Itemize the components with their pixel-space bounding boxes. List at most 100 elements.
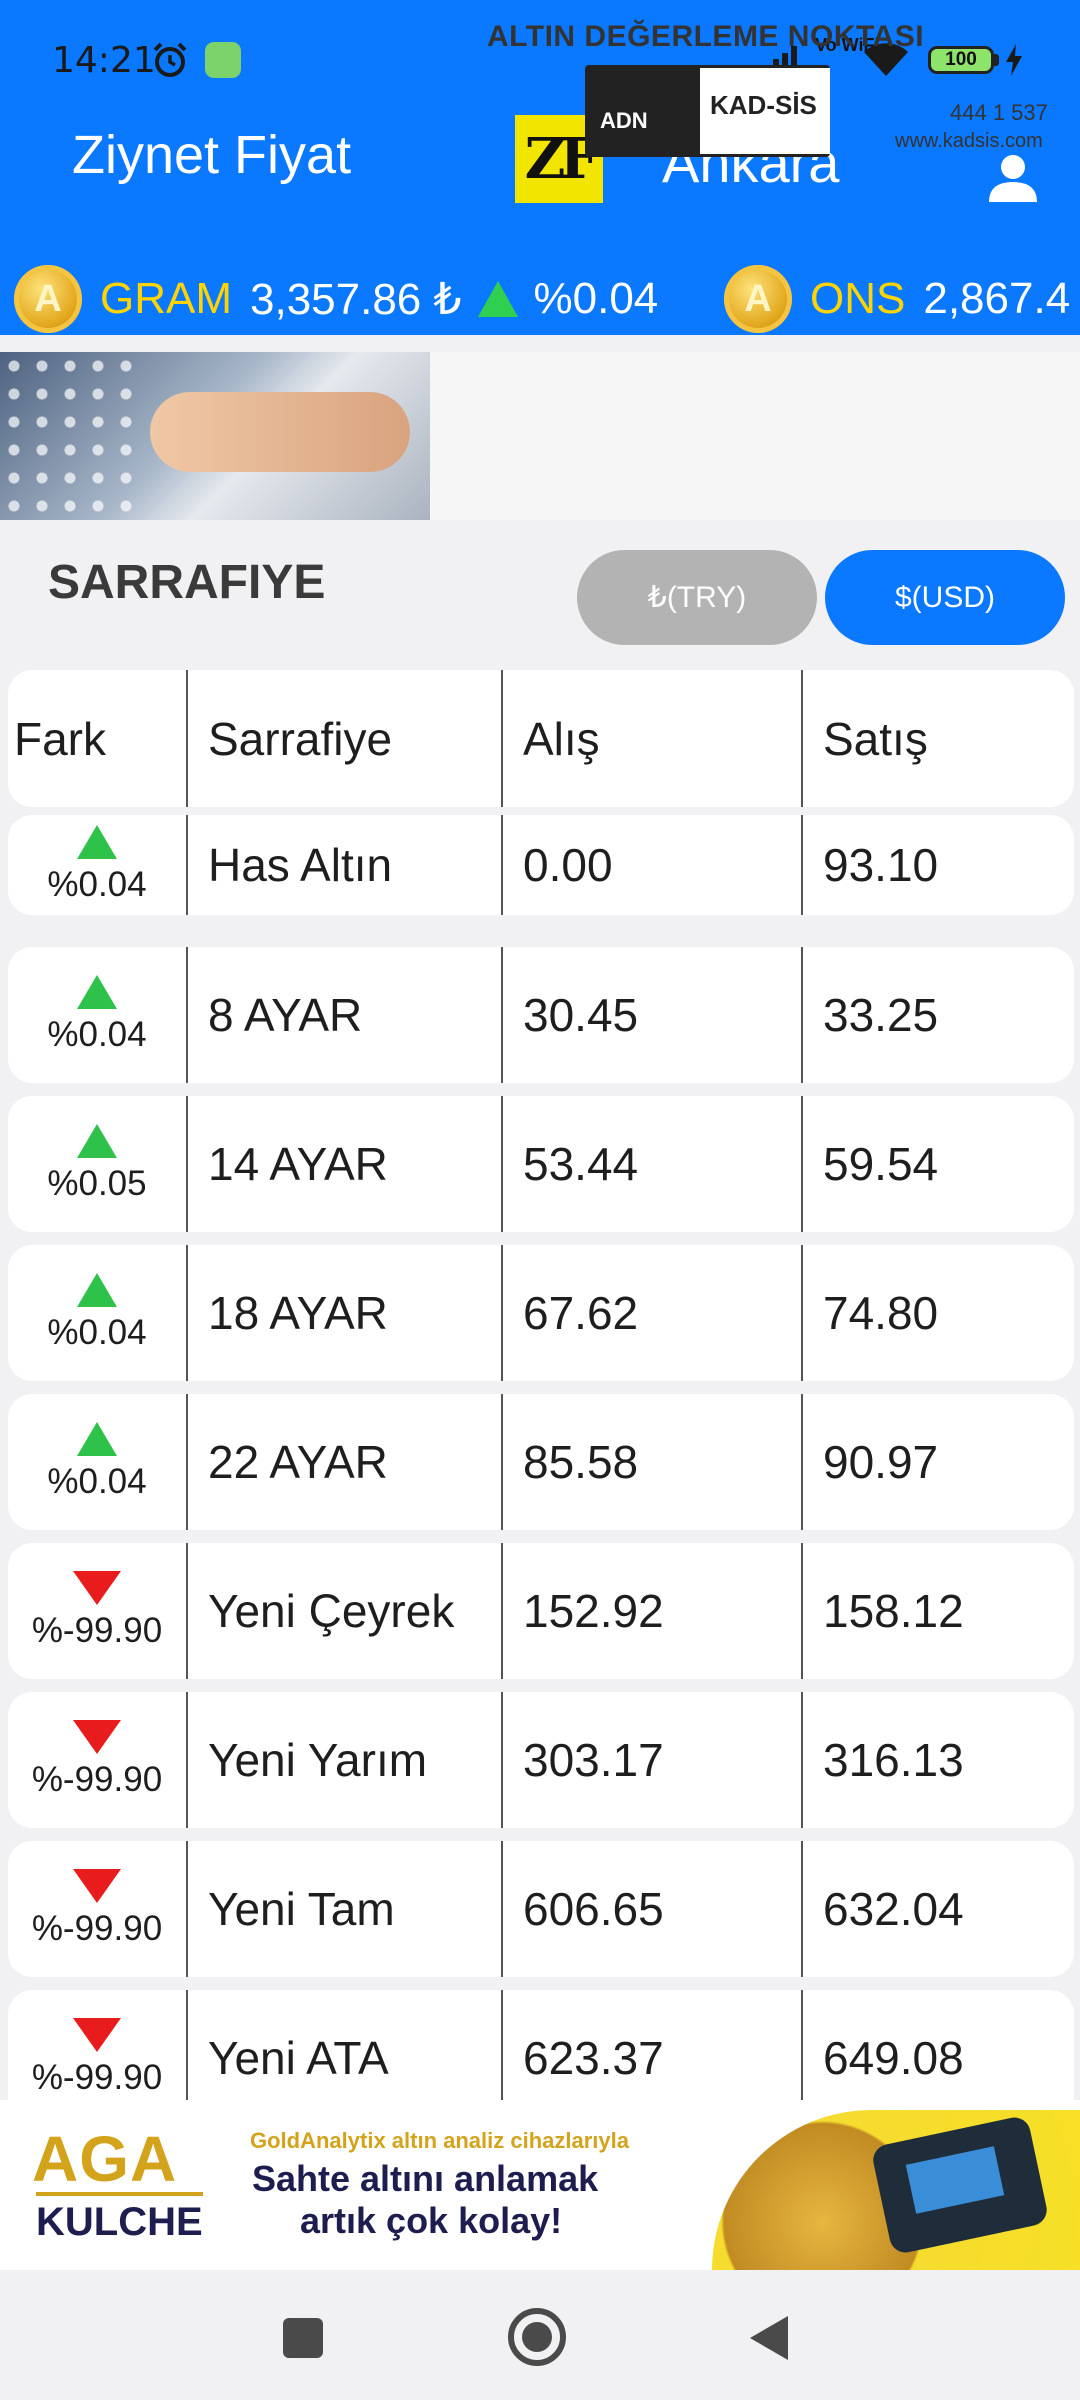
up-arrow-icon bbox=[77, 825, 117, 859]
app-title: Ziynet Fiyat bbox=[72, 125, 352, 185]
product-name: 14 AYAR bbox=[186, 1096, 501, 1232]
fark-cell: %0.04 bbox=[8, 815, 186, 915]
up-arrow-icon bbox=[477, 281, 518, 317]
price-table[interactable]: %0.04 Has Altın 0.00 93.10 %0.04 8 AYAR … bbox=[0, 815, 1080, 2100]
product-name: Yeni Yarım bbox=[186, 1692, 501, 1828]
table-row[interactable]: %0.04 Has Altın 0.00 93.10 bbox=[8, 815, 1074, 915]
alarm-icon bbox=[153, 42, 187, 77]
ad-logo-kadsis: KAD-SİS bbox=[710, 90, 817, 120]
home-icon-dot bbox=[522, 2322, 552, 2352]
battery-icon: 100 bbox=[928, 46, 994, 74]
fark-box: %0.04 bbox=[8, 975, 186, 1055]
fark-cell: %0.04 bbox=[8, 1245, 186, 1381]
sell-price: 93.10 bbox=[801, 815, 1074, 915]
up-arrow-icon bbox=[77, 975, 117, 1009]
fark-cell: %0.04 bbox=[8, 947, 186, 1083]
ticker-price: 3,357.86 ₺ bbox=[250, 274, 462, 324]
table-row[interactable]: %-99.90 Yeni Çeyrek 152.92 158.12 bbox=[8, 1543, 1074, 1679]
table-row[interactable]: %0.04 22 AYAR 85.58 90.97 bbox=[8, 1394, 1074, 1530]
sell-price: 74.80 bbox=[801, 1245, 1074, 1381]
fark-box: %-99.90 bbox=[8, 1869, 186, 1949]
fark-box: %0.04 bbox=[8, 825, 186, 905]
fark-cell: %-99.90 bbox=[8, 1543, 186, 1679]
sell-price: 632.04 bbox=[801, 1841, 1074, 1977]
table-row[interactable]: %-99.90 Yeni Yarım 303.17 316.13 bbox=[8, 1692, 1074, 1828]
buy-price: 303.17 bbox=[501, 1692, 801, 1828]
fark-value: %-99.90 bbox=[31, 1760, 163, 1799]
buy-price: 30.45 bbox=[501, 947, 801, 1083]
ticker-change: %0.04 bbox=[533, 274, 659, 323]
ticker-item: A ONS 2,867.4 bbox=[724, 263, 1080, 335]
ad-headline-2: artık çok kolay! bbox=[300, 2200, 563, 2241]
ad-banner-bottom[interactable]: AGA KULCHE GoldAnalytix altın analiz cih… bbox=[0, 2100, 1080, 2270]
back-icon[interactable] bbox=[750, 2316, 788, 2360]
product-name: 22 AYAR bbox=[186, 1394, 501, 1530]
ticker-name: GRAM bbox=[100, 274, 232, 323]
column-header-fark: Fark bbox=[14, 712, 106, 765]
buy-price: 606.65 bbox=[501, 1841, 801, 1977]
status-time: 14:21 bbox=[52, 40, 156, 81]
down-arrow-icon bbox=[73, 1869, 121, 1903]
battery-cap bbox=[994, 54, 999, 66]
ad-banner-top[interactable] bbox=[0, 352, 1080, 520]
column-header-satis: Satış bbox=[801, 670, 1074, 807]
ad-url: www.kadsis.com bbox=[895, 130, 1043, 152]
ad-handshake-image bbox=[150, 392, 410, 472]
table-row[interactable]: %0.04 18 AYAR 67.62 74.80 bbox=[8, 1245, 1074, 1381]
section-title: SARRAFIYE bbox=[48, 556, 326, 609]
fark-value: %0.04 bbox=[47, 865, 147, 904]
sell-price: 649.08 bbox=[801, 1990, 1074, 2100]
fark-value: %0.04 bbox=[47, 1015, 147, 1054]
ad-brand-kulche: KULCHE bbox=[36, 2192, 203, 2245]
product-name: Yeni Çeyrek bbox=[186, 1543, 501, 1679]
table-row[interactable]: %0.04 8 AYAR 30.45 33.25 bbox=[8, 947, 1074, 1083]
usd-currency-button[interactable]: $(USD) bbox=[825, 550, 1065, 645]
fark-cell: %0.04 bbox=[8, 1394, 186, 1530]
product-name: 18 AYAR bbox=[186, 1245, 501, 1381]
fark-box: %0.04 bbox=[8, 1422, 186, 1502]
recent-apps-icon[interactable] bbox=[283, 2318, 323, 2358]
product-name: Yeni Tam bbox=[186, 1841, 501, 1977]
sell-price: 59.54 bbox=[801, 1096, 1074, 1232]
down-arrow-icon bbox=[73, 1720, 121, 1754]
fark-box: %-99.90 bbox=[8, 2018, 186, 2098]
up-arrow-icon bbox=[77, 1124, 117, 1158]
sell-price: 316.13 bbox=[801, 1692, 1074, 1828]
fark-cell: %-99.90 bbox=[8, 1692, 186, 1828]
try-currency-button[interactable]: ₺(TRY) bbox=[577, 550, 817, 645]
ad-subtitle: GoldAnalytix altın analiz cihazlarıyla bbox=[250, 2128, 630, 2153]
ticker-price: 2,867.4 bbox=[923, 274, 1071, 323]
ticker-name: ONS bbox=[810, 274, 906, 323]
buy-price: 53.44 bbox=[501, 1096, 801, 1232]
coin-icon: A bbox=[724, 265, 792, 333]
buy-price: 0.00 bbox=[501, 815, 801, 915]
down-arrow-icon bbox=[73, 1571, 121, 1605]
sell-price: 90.97 bbox=[801, 1394, 1074, 1530]
system-nav-bar bbox=[0, 2270, 1080, 2400]
buy-price: 85.58 bbox=[501, 1394, 801, 1530]
table-row[interactable]: %-99.90 Yeni Tam 606.65 632.04 bbox=[8, 1841, 1074, 1977]
status-bar: 14:21 Vo WiFi 100 bbox=[0, 0, 1080, 115]
fark-cell: %0.05 bbox=[8, 1096, 186, 1232]
price-ticker: A GRAM 3,357.86 ₺ %0.04 A ONS 2,867.4 bbox=[0, 263, 1080, 335]
product-name: Yeni ATA bbox=[186, 1990, 501, 2100]
table-row[interactable]: %-99.90 Yeni ATA 623.37 649.08 bbox=[8, 1990, 1074, 2100]
sell-price: 33.25 bbox=[801, 947, 1074, 1083]
user-icon[interactable] bbox=[985, 150, 1041, 206]
fark-cell: %-99.90 bbox=[8, 1841, 186, 1977]
ad-headline-1: Sahte altını anlamak bbox=[252, 2158, 599, 2199]
fark-value: %-99.90 bbox=[31, 1611, 163, 1650]
ad-panel bbox=[430, 352, 1080, 520]
product-name: Has Altın bbox=[186, 815, 501, 915]
charging-icon bbox=[1006, 44, 1022, 76]
table-row[interactable]: %0.05 14 AYAR 53.44 59.54 bbox=[8, 1096, 1074, 1232]
ad-brand-aga: AGA bbox=[32, 2123, 178, 2195]
sell-price: 158.12 bbox=[801, 1543, 1074, 1679]
app-notification-icon bbox=[205, 42, 241, 78]
down-arrow-icon bbox=[73, 2018, 121, 2052]
fark-box: %-99.90 bbox=[8, 1720, 186, 1800]
product-name: 8 AYAR bbox=[186, 947, 501, 1083]
buy-price: 623.37 bbox=[501, 1990, 801, 2100]
ticker-item: A GRAM 3,357.86 ₺ %0.04 bbox=[14, 263, 658, 335]
fark-box: %0.04 bbox=[8, 1273, 186, 1353]
